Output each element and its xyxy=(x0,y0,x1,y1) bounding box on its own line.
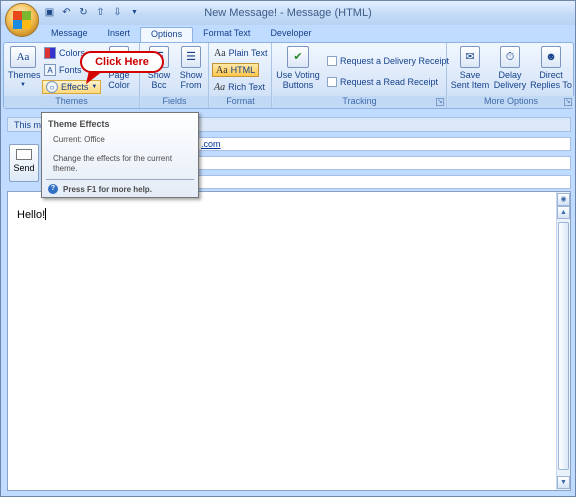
cc-field[interactable] xyxy=(197,156,571,170)
fonts-button[interactable]: A Fonts xyxy=(44,63,82,77)
delay-delivery-label: Delay Delivery xyxy=(493,70,527,90)
tab-message[interactable]: Message xyxy=(41,27,98,43)
direct-replies-button[interactable]: ☻ Direct Replies To xyxy=(530,46,572,90)
delay-delivery-button[interactable]: ⏱ Delay Delivery xyxy=(492,46,528,90)
tracking-launcher-icon[interactable]: ↘ xyxy=(436,98,444,106)
scroll-up-icon[interactable]: ▲ xyxy=(557,206,570,219)
rich-text-label: Rich Text xyxy=(228,82,265,92)
outlook-message-window: ▣ ↶ ↻ ⇧ ⇩ ▼ New Message! - Message (HTML… xyxy=(0,0,576,497)
use-voting-label: Use Voting Buttons xyxy=(276,70,320,90)
read-receipt-label: Request a Read Receipt xyxy=(340,77,439,87)
tooltip-divider xyxy=(46,179,194,180)
help-icon: ? xyxy=(48,184,58,194)
plain-text-button[interactable]: Aa Plain Text xyxy=(214,46,268,60)
colors-icon xyxy=(44,47,56,59)
themes-button[interactable]: Aa Themes ▼ xyxy=(8,46,41,90)
fonts-icon: A xyxy=(44,64,56,76)
text-caret xyxy=(45,208,47,220)
fonts-label: Fonts xyxy=(59,65,82,75)
html-icon: Aa xyxy=(216,64,228,76)
send-button[interactable]: Send xyxy=(9,144,39,182)
scroll-down-icon[interactable]: ▼ xyxy=(557,476,570,489)
tooltip-description: Change the effects for the current theme… xyxy=(53,154,173,173)
message-body[interactable]: Hello! ◉ ▲ ▼ xyxy=(7,191,571,491)
themes-button-label: Themes xyxy=(8,70,41,80)
from-icon: ☰ xyxy=(181,46,201,68)
message-body-text: Hello! xyxy=(17,208,47,221)
send-label: Send xyxy=(13,163,35,173)
colors-button[interactable]: Colors xyxy=(44,46,85,60)
title-bar: ▣ ↶ ↻ ⇧ ⇩ ▼ New Message! - Message (HTML… xyxy=(1,1,575,25)
effects-icon: ○ xyxy=(46,81,58,93)
themes-group-label: Themes xyxy=(4,96,139,108)
send-envelope-icon xyxy=(16,149,32,160)
read-receipt-checkbox[interactable]: Request a Read Receipt xyxy=(327,75,438,89)
plain-text-label: Plain Text xyxy=(228,48,268,58)
more-options-launcher-icon[interactable]: ↘ xyxy=(564,98,572,106)
more-options-group-label: More Options xyxy=(448,96,574,108)
window-title: New Message! - Message (HTML) xyxy=(204,7,372,19)
chevron-down-icon: ▼ xyxy=(20,82,26,88)
plain-text-icon: Aa xyxy=(214,47,226,59)
to-field-value: .com xyxy=(201,139,221,149)
html-label: HTML xyxy=(230,65,256,75)
format-group: Aa Plain Text Aa HTML Aa Rich Text Forma… xyxy=(210,43,272,108)
to-field[interactable]: .com xyxy=(197,137,571,151)
voting-icon: ✔ xyxy=(287,46,309,68)
direct-replies-label: Direct Replies To xyxy=(530,70,572,90)
tooltip-help-text: Press F1 for more help. xyxy=(63,184,152,194)
fields-group-label: Fields xyxy=(141,96,208,108)
office-button[interactable] xyxy=(5,3,39,37)
click-here-callout: Click Here xyxy=(80,51,164,73)
tooltip-current: Current: Office xyxy=(53,135,105,144)
format-group-label: Format xyxy=(210,96,271,108)
vertical-scrollbar[interactable]: ◉ ▲ ▼ xyxy=(556,192,570,490)
show-bcc-label: Show Bcc xyxy=(147,70,171,90)
body-text: Hello! xyxy=(17,209,46,221)
delivery-receipt-checkbox[interactable]: Request a Delivery Receipt xyxy=(327,54,449,68)
save-sent-icon: ✉ xyxy=(460,46,480,68)
save-sent-label: Save Sent Item xyxy=(450,70,490,90)
read-receipt-check[interactable] xyxy=(327,77,337,87)
tab-insert[interactable]: Insert xyxy=(98,27,141,43)
office-logo-icon xyxy=(13,11,31,29)
delay-delivery-icon: ⏱ xyxy=(500,46,520,68)
tracking-group-label: Tracking xyxy=(273,96,446,108)
tab-options[interactable]: Options xyxy=(140,27,194,43)
delivery-receipt-check[interactable] xyxy=(327,56,337,66)
rich-text-button[interactable]: Aa Rich Text xyxy=(214,80,265,94)
ribbon-tabs: Message Insert Options Format Text Devel… xyxy=(41,27,321,43)
tab-developer[interactable]: Developer xyxy=(260,27,321,43)
show-from-label: Show From xyxy=(179,70,203,90)
tooltip-help: ? Press F1 for more help. xyxy=(48,184,152,194)
more-options-group: ✉ Save Sent Item ⏱ Delay Delivery ☻ Dire… xyxy=(448,43,574,108)
show-from-button[interactable]: ☰ Show From xyxy=(175,46,207,90)
rich-text-icon: Aa xyxy=(214,81,226,93)
direct-replies-icon: ☻ xyxy=(541,46,561,68)
save-sent-item-button[interactable]: ✉ Save Sent Item xyxy=(450,46,490,90)
tab-format-text[interactable]: Format Text xyxy=(193,27,260,43)
scroll-thumb[interactable] xyxy=(558,222,569,470)
theme-effects-tooltip: Theme Effects Current: Office Change the… xyxy=(41,112,199,198)
subject-field[interactable] xyxy=(197,175,571,189)
tooltip-title: Theme Effects xyxy=(48,119,110,129)
page-color-label: Page Color xyxy=(108,70,130,90)
tracking-group: ✔ Use Voting Buttons Request a Delivery … xyxy=(273,43,449,108)
themes-icon: Aa xyxy=(10,46,36,68)
use-voting-buttons-button[interactable]: ✔ Use Voting Buttons xyxy=(275,46,321,90)
delivery-receipt-label: Request a Delivery Receipt xyxy=(340,56,450,66)
ruler-toggle-icon[interactable]: ◉ xyxy=(557,193,570,206)
html-button[interactable]: Aa HTML xyxy=(212,63,260,77)
